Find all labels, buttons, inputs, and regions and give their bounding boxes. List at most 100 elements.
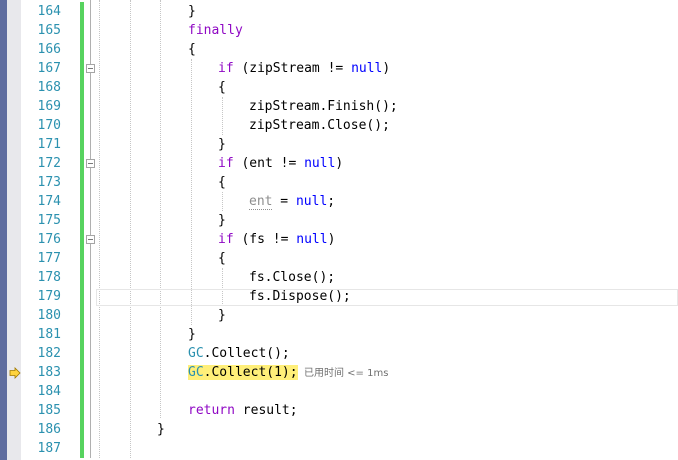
current-line-highlight (96, 289, 678, 306)
code-editor[interactable]: 164 165 166 167 168 169 170 171 172 173 … (0, 0, 678, 460)
unused-identifier: ent (249, 194, 273, 210)
breakpoint-margin[interactable] (7, 0, 21, 460)
line-number: 175 (37, 213, 61, 228)
keyword-null: null (296, 232, 328, 247)
keyword-return: return (188, 403, 235, 418)
brace: } (157, 422, 165, 437)
line-number: 165 (37, 23, 61, 38)
code-line-177[interactable]: { (218, 249, 226, 268)
code-line-167[interactable]: if (zipStream != null) (218, 59, 390, 78)
code-line-178[interactable]: fs.Close(); (249, 268, 335, 287)
keyword-if: if (218, 156, 234, 171)
identifier: fs (249, 270, 265, 285)
method-name: Finish (327, 99, 375, 114)
indent-guide (130, 0, 131, 458)
line-number: 176 (37, 232, 61, 247)
line-number: 173 (37, 175, 61, 190)
change-tracking-bar (80, 2, 84, 458)
minus-box-icon[interactable] (86, 64, 95, 73)
condition-text: (fs != (233, 232, 297, 247)
call-suffix: (); (327, 289, 351, 304)
keyword-finally: finally (188, 23, 243, 38)
type-name: GC (188, 346, 204, 361)
condition-text: (zipStream != (233, 61, 352, 76)
indent-guide (222, 97, 223, 135)
brace: { (218, 80, 226, 95)
line-number: 171 (37, 137, 61, 152)
identifier: fs (249, 289, 265, 304)
code-line-175[interactable]: } (218, 211, 226, 230)
code-line-181[interactable]: } (188, 325, 196, 344)
perf-tip[interactable]: 已用时间 <= 1ms (304, 365, 388, 382)
paren: ) (382, 61, 391, 76)
brace: { (188, 42, 196, 57)
yellow-arrow-icon (9, 367, 21, 379)
code-line-185[interactable]: return result; (188, 401, 298, 420)
line-number: 177 (37, 251, 61, 266)
call-suffix: (); (311, 270, 336, 285)
line-number: 168 (37, 80, 61, 95)
brace: { (218, 175, 226, 190)
method-name: Dispose (272, 289, 328, 304)
line-number: 170 (37, 118, 61, 133)
brace: } (218, 213, 226, 228)
paren: ) (335, 156, 344, 171)
line-number: 172 (37, 156, 61, 171)
condition-text: (ent != (233, 156, 305, 171)
line-number: 185 (37, 403, 61, 418)
code-line-173[interactable]: { (218, 173, 226, 192)
code-line-186[interactable]: } (157, 420, 165, 439)
code-line-169[interactable]: zipStream.Finish(); (249, 97, 398, 116)
keyword-null: null (304, 156, 336, 171)
editor-left-bar (0, 0, 7, 460)
brace: } (218, 308, 226, 323)
minus-box-icon[interactable] (86, 159, 95, 168)
code-line-171[interactable]: } (218, 135, 226, 154)
keyword-null: null (295, 194, 328, 209)
code-line-168[interactable]: { (218, 78, 226, 97)
indent-guide (160, 0, 161, 418)
type-name: GC (188, 365, 204, 380)
line-number: 179 (37, 289, 61, 304)
semicolon: ; (327, 194, 336, 209)
identifier: zipStream (249, 99, 320, 114)
keyword-if: if (218, 232, 234, 247)
brace: } (188, 327, 196, 342)
line-number: 164 (37, 4, 61, 19)
call-suffix: (); (266, 346, 290, 361)
code-line-179[interactable]: fs.Dispose(); (249, 287, 351, 306)
keyword-null: null (351, 61, 383, 76)
method-name: Close (327, 118, 367, 133)
line-number: 186 (37, 422, 61, 437)
return-expression: result; (234, 403, 298, 418)
keyword-if: if (218, 61, 234, 76)
call-suffix: (); (366, 118, 390, 133)
code-line-164[interactable]: } (188, 2, 196, 21)
line-number: 166 (37, 42, 61, 57)
code-line-170[interactable]: zipStream.Close(); (249, 116, 390, 135)
code-line-182[interactable]: GC.Collect(); (188, 344, 290, 363)
line-number: 182 (37, 346, 61, 361)
line-number: 167 (37, 61, 61, 76)
code-line-172[interactable]: if (ent != null) (218, 154, 343, 173)
line-number: 169 (37, 99, 61, 114)
brace: } (218, 137, 226, 152)
code-line-180[interactable]: } (218, 306, 226, 325)
code-line-174[interactable]: ent = null; (249, 192, 335, 211)
minus-box-icon[interactable] (86, 235, 95, 244)
line-number: 180 (37, 308, 61, 323)
code-line-183[interactable]: GC.Collect(1); (188, 363, 298, 382)
line-number: 184 (37, 384, 61, 399)
identifier: zipStream (249, 118, 320, 133)
brace: } (188, 4, 196, 19)
indent-guide (222, 192, 223, 211)
line-number: 181 (37, 327, 61, 342)
line-number: 174 (37, 194, 61, 209)
code-line-176[interactable]: if (fs != null) (218, 230, 335, 249)
call-suffix: (); (374, 99, 398, 114)
current-statement-highlight: GC.Collect(1); (188, 365, 298, 380)
call-suffix: (1); (266, 365, 298, 380)
code-line-166[interactable]: { (188, 40, 196, 59)
line-number: 187 (37, 441, 61, 456)
code-line-165[interactable]: finally (188, 21, 243, 40)
